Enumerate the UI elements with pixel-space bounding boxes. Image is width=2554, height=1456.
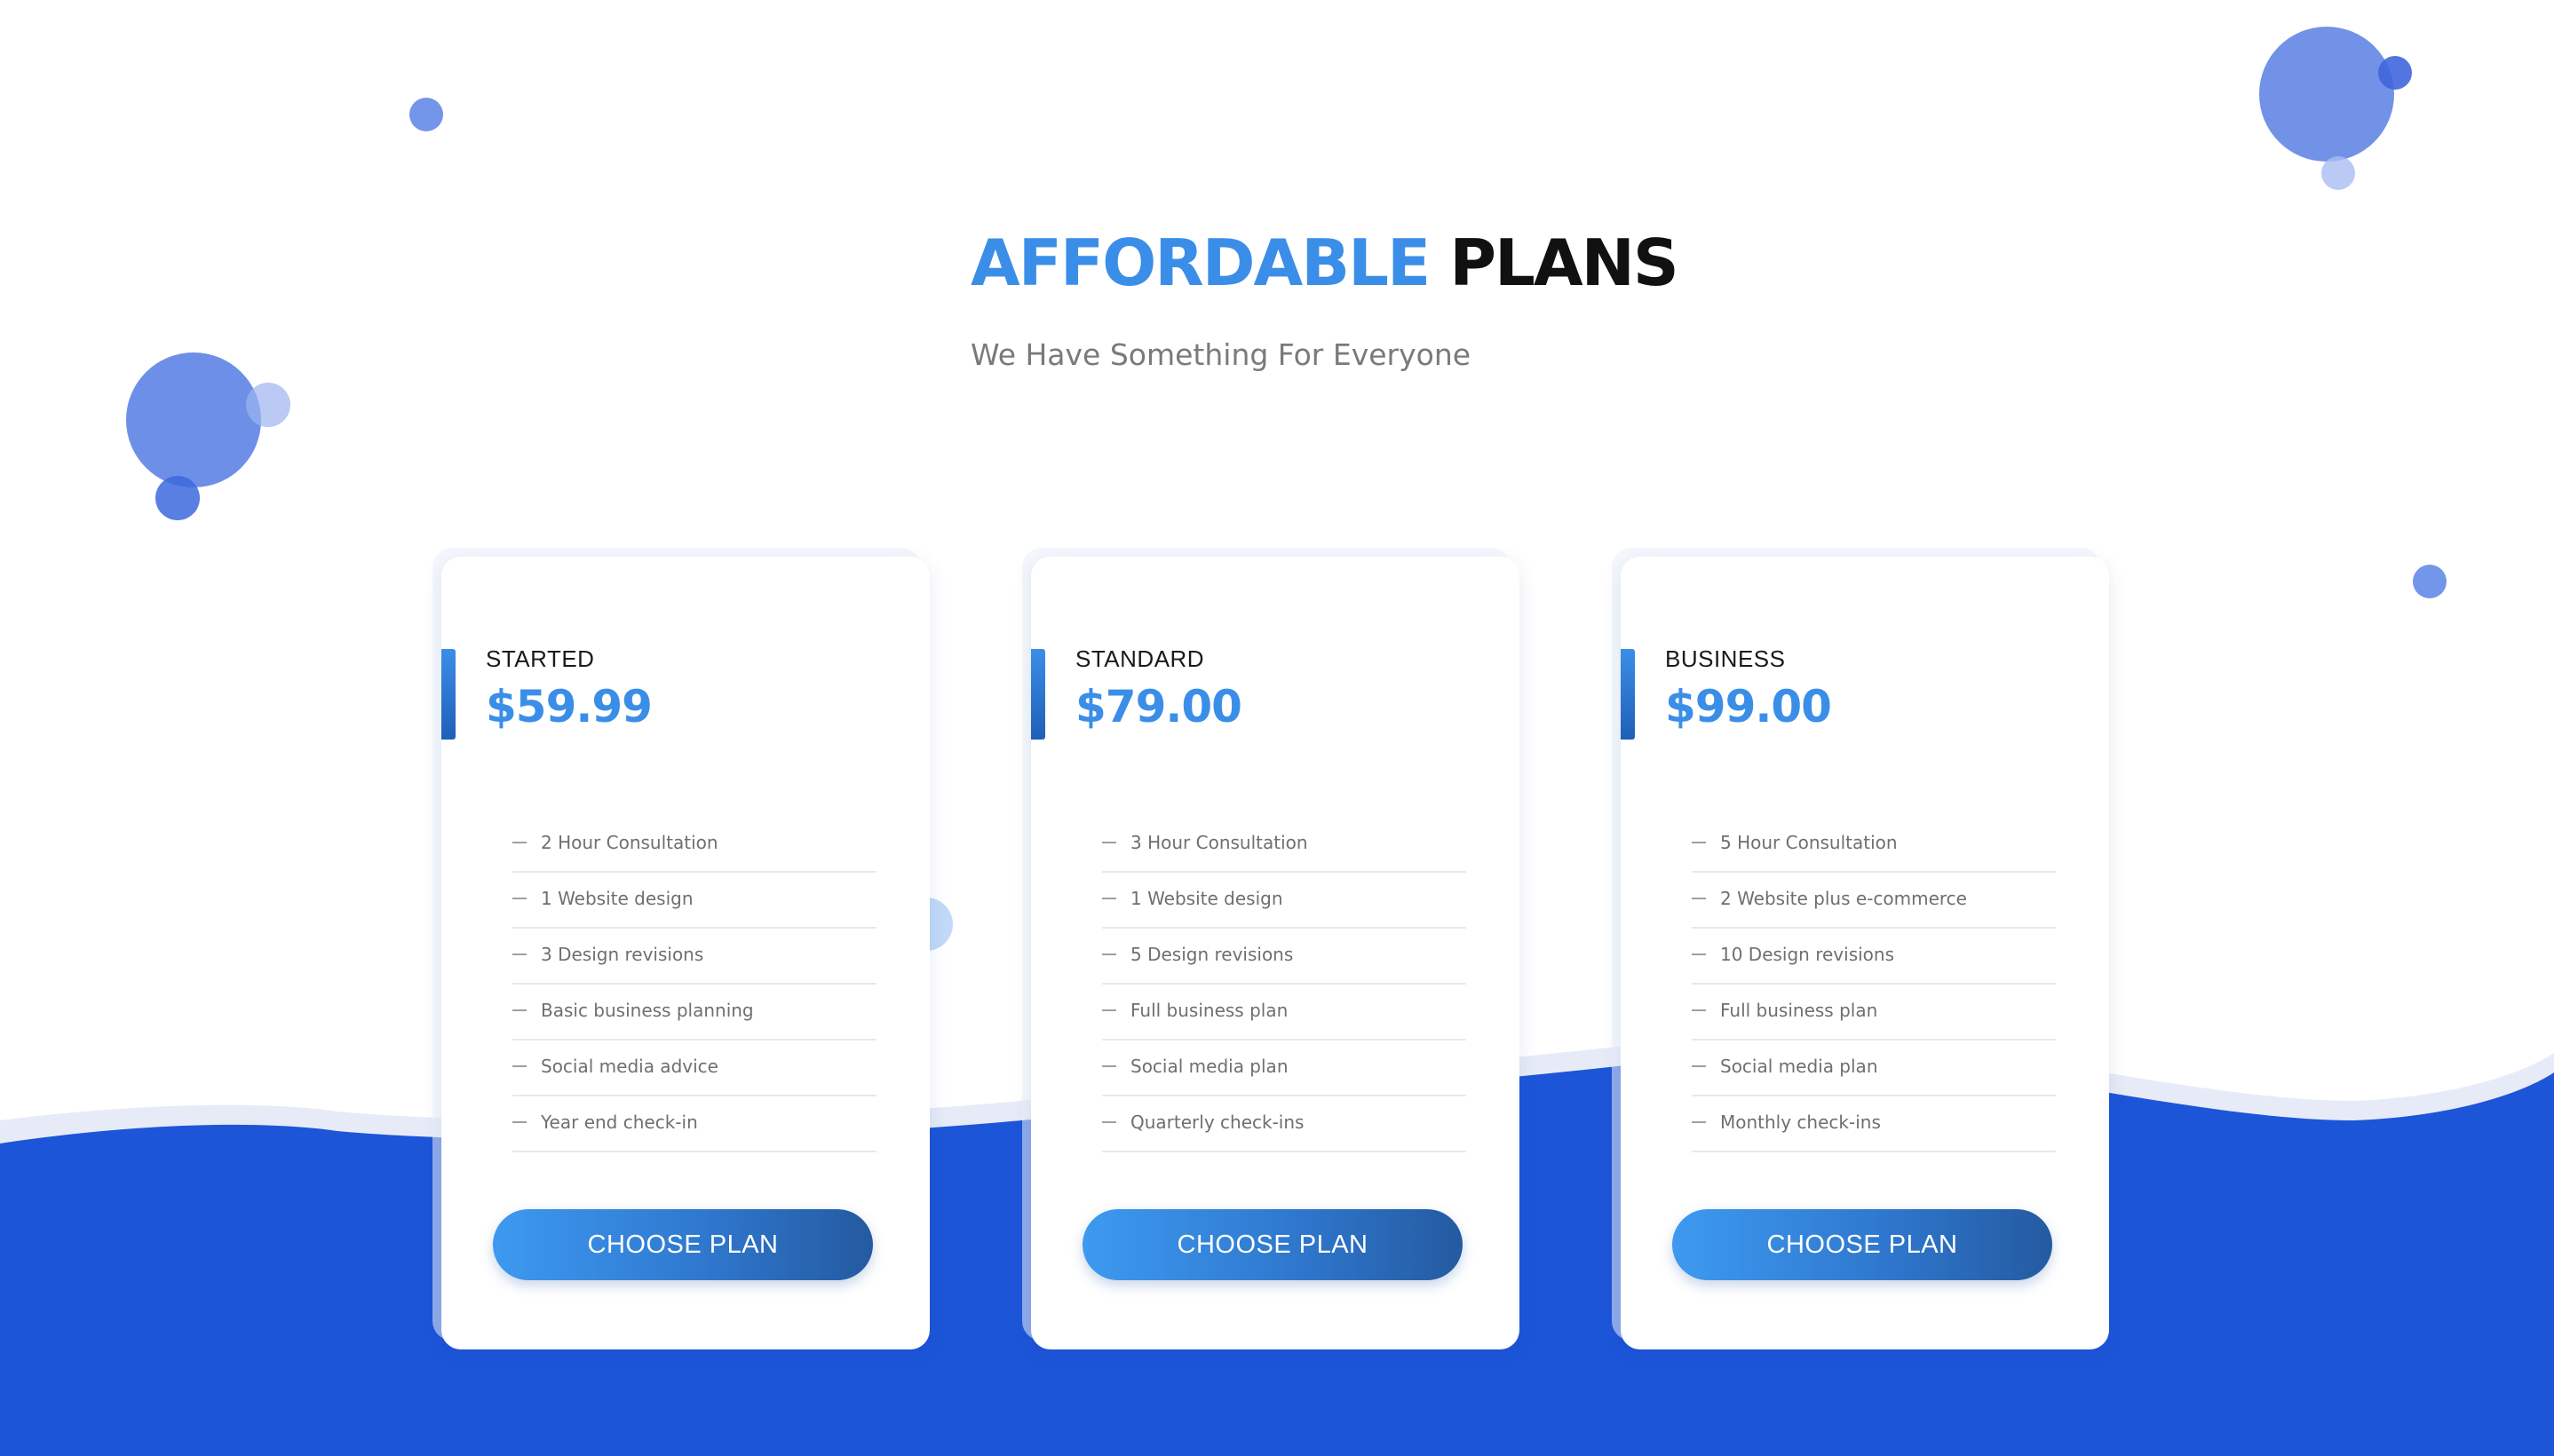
dash-icon: [1102, 953, 1116, 955]
dash-icon: [1102, 897, 1116, 899]
plan-card-business: BUSINESS $99.00 5 Hour Consultation 2 We…: [1621, 557, 2109, 1349]
bubble: [2321, 156, 2355, 190]
feature-text: Full business plan: [1720, 999, 1878, 1021]
title-rest: PLANS: [1449, 226, 1678, 300]
dash-icon: [1102, 1064, 1116, 1067]
feature-item: 1 Website design: [1102, 873, 1466, 929]
plan-name: STANDARD: [1075, 645, 1205, 672]
plan-card-started: STARTED $59.99 2 Hour Consultation 1 Web…: [441, 557, 930, 1349]
plan-card-standard: STANDARD $79.00 3 Hour Consultation 1 We…: [1031, 557, 1519, 1349]
title-accent: AFFORDABLE: [971, 226, 1431, 300]
dash-icon: [512, 1120, 527, 1123]
feature-text: Year end check-in: [541, 1111, 698, 1133]
page-subtitle: We Have Something For Everyone: [971, 337, 1471, 372]
accent-bar: [441, 649, 456, 740]
feature-item: 3 Design revisions: [512, 929, 876, 985]
feature-list: 3 Hour Consultation 1 Website design 5 D…: [1102, 817, 1466, 1152]
feature-text: Monthly check-ins: [1720, 1111, 1881, 1133]
feature-text: Social media advice: [541, 1055, 718, 1077]
bubble: [2413, 565, 2447, 598]
feature-item: Monthly check-ins: [1692, 1096, 2056, 1152]
plan-price: $59.99: [486, 681, 653, 732]
feature-text: 1 Website design: [541, 887, 694, 909]
feature-item: Social media plan: [1692, 1041, 2056, 1096]
dash-icon: [512, 1064, 527, 1067]
choose-plan-button[interactable]: CHOOSE PLAN: [1672, 1209, 2052, 1280]
feature-text: 3 Hour Consultation: [1130, 831, 1308, 853]
feature-item: Year end check-in: [512, 1096, 876, 1152]
dash-icon: [1692, 1064, 1706, 1067]
plan-price: $99.00: [1665, 681, 1832, 732]
plan-name: STARTED: [486, 645, 595, 672]
feature-list: 2 Hour Consultation 1 Website design 3 D…: [512, 817, 876, 1152]
feature-item: 3 Hour Consultation: [1102, 817, 1466, 873]
accent-bar: [1621, 649, 1635, 740]
plan-name: BUSINESS: [1665, 645, 1786, 672]
dash-icon: [1692, 841, 1706, 843]
dash-icon: [1102, 841, 1116, 843]
feature-text: Full business plan: [1130, 999, 1289, 1021]
feature-text: Quarterly check-ins: [1130, 1111, 1305, 1133]
dash-icon: [1692, 1120, 1706, 1123]
feature-text: Basic business planning: [541, 999, 754, 1021]
choose-plan-button[interactable]: CHOOSE PLAN: [1083, 1209, 1463, 1280]
dash-icon: [1102, 1009, 1116, 1011]
feature-text: 3 Design revisions: [541, 943, 704, 965]
page-title: AFFORDABLE PLANS: [971, 231, 1679, 295]
bubble: [246, 383, 290, 427]
feature-item: 2 Website plus e-commerce: [1692, 873, 2056, 929]
feature-text: Social media plan: [1720, 1055, 1878, 1077]
feature-item: Social media plan: [1102, 1041, 1466, 1096]
bubble: [126, 352, 261, 487]
bubble: [2378, 56, 2412, 90]
plan-price: $79.00: [1075, 681, 1242, 732]
dash-icon: [512, 841, 527, 843]
feature-text: Social media plan: [1130, 1055, 1289, 1077]
choose-plan-button[interactable]: CHOOSE PLAN: [493, 1209, 873, 1280]
feature-text: 5 Hour Consultation: [1720, 831, 1898, 853]
feature-item: 2 Hour Consultation: [512, 817, 876, 873]
feature-item: Full business plan: [1102, 985, 1466, 1041]
dash-icon: [512, 897, 527, 899]
dash-icon: [1692, 953, 1706, 955]
feature-item: 10 Design revisions: [1692, 929, 2056, 985]
feature-text: 2 Website plus e-commerce: [1720, 887, 1967, 909]
feature-text: 5 Design revisions: [1130, 943, 1294, 965]
dash-icon: [1692, 1009, 1706, 1011]
feature-item: 5 Hour Consultation: [1692, 817, 2056, 873]
dash-icon: [512, 953, 527, 955]
feature-item: 5 Design revisions: [1102, 929, 1466, 985]
bubble: [155, 476, 200, 520]
dash-icon: [512, 1009, 527, 1011]
feature-text: 2 Hour Consultation: [541, 831, 718, 853]
feature-text: 1 Website design: [1130, 887, 1283, 909]
feature-item: Quarterly check-ins: [1102, 1096, 1466, 1152]
dash-icon: [1692, 897, 1706, 899]
feature-item: Social media advice: [512, 1041, 876, 1096]
feature-list: 5 Hour Consultation 2 Website plus e-com…: [1692, 817, 2056, 1152]
feature-item: Full business plan: [1692, 985, 2056, 1041]
feature-item: Basic business planning: [512, 985, 876, 1041]
feature-item: 1 Website design: [512, 873, 876, 929]
bubble: [2259, 27, 2394, 162]
dash-icon: [1102, 1120, 1116, 1123]
bubble: [409, 98, 443, 131]
feature-text: 10 Design revisions: [1720, 943, 1895, 965]
accent-bar: [1031, 649, 1045, 740]
